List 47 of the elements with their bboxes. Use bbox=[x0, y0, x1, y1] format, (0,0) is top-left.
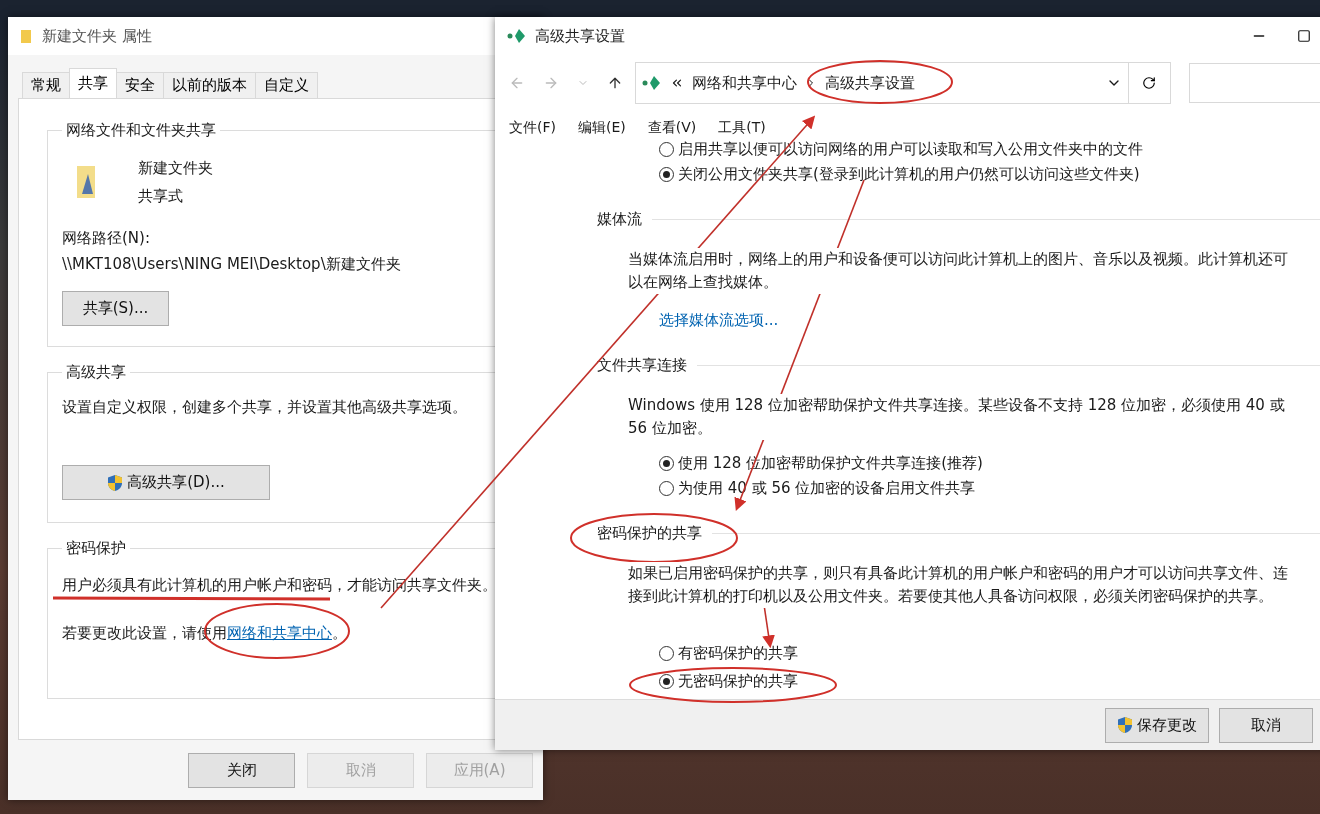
tab[interactable]: 自定义 bbox=[255, 72, 318, 98]
network-path: \\MKT108\Users\NING MEI\Desktop\新建文件夹 bbox=[62, 254, 401, 274]
maximize-icon[interactable] bbox=[1297, 29, 1311, 43]
menu-item[interactable]: 工具(T) bbox=[718, 117, 766, 139]
folder-icon bbox=[20, 28, 32, 44]
network-icon bbox=[507, 28, 527, 44]
section-heading: 密码保护的共享 bbox=[597, 523, 702, 543]
folder-name: 新建文件夹 bbox=[138, 158, 213, 178]
share-status: 共享式 bbox=[138, 186, 184, 206]
advanced-sharing-button[interactable]: 高级共享(D)... bbox=[62, 465, 270, 500]
breadcrumb-item[interactable]: 高级共享设置 bbox=[825, 73, 915, 93]
address-bar[interactable]: 网络和共享中心 高级共享设置 bbox=[635, 62, 1131, 104]
menu-item[interactable]: 文件(F) bbox=[509, 117, 556, 139]
radio-option[interactable]: 无密码保护的共享 bbox=[659, 671, 1320, 691]
window-title: 新建文件夹 属性 bbox=[42, 26, 152, 46]
tab[interactable]: 安全 bbox=[116, 72, 164, 98]
section-heading: 媒体流 bbox=[597, 209, 642, 229]
menu-item[interactable]: 查看(V) bbox=[647, 117, 697, 139]
tab[interactable]: 常规 bbox=[22, 72, 70, 98]
section-heading: 文件共享连接 bbox=[597, 355, 687, 375]
group-heading: 网络文件和文件夹共享 bbox=[65, 120, 217, 140]
dialog-button[interactable]: 关闭 bbox=[188, 752, 295, 788]
shared-folder-icon bbox=[76, 164, 98, 200]
shield-icon bbox=[107, 473, 124, 492]
menu-item[interactable]: 编辑(E) bbox=[578, 117, 626, 139]
network-center-link[interactable]: 网络和共享中心 bbox=[227, 624, 332, 642]
shield-icon bbox=[1117, 716, 1133, 734]
path-label: 网络路径(N): bbox=[62, 228, 150, 248]
search-field[interactable] bbox=[1189, 63, 1320, 103]
description: 设置自定义权限，创建多个共享，并设置其他高级共享选项。 bbox=[62, 397, 467, 417]
share-button[interactable]: 共享(S)... bbox=[62, 291, 169, 326]
breadcrumb-item[interactable]: 网络和共享中心 bbox=[692, 73, 797, 93]
refresh-button[interactable] bbox=[1127, 62, 1171, 104]
cancel-button[interactable]: 取消 bbox=[1219, 707, 1313, 743]
media-options-link[interactable]: 选择媒体流选项... bbox=[628, 310, 779, 330]
up-icon[interactable] bbox=[607, 75, 623, 91]
tab[interactable]: 共享 bbox=[69, 68, 117, 98]
network-icon bbox=[642, 75, 662, 91]
radio-option[interactable]: 有密码保护的共享 bbox=[659, 643, 1320, 663]
refresh-icon bbox=[1142, 76, 1157, 90]
window-title: 高级共享设置 bbox=[535, 26, 625, 46]
chevrons-icon bbox=[670, 76, 684, 90]
group-heading: 密码保护 bbox=[65, 538, 127, 558]
save-button[interactable]: 保存更改 bbox=[1105, 707, 1209, 743]
group-heading: 高级共享 bbox=[65, 362, 127, 382]
radio-option[interactable]: 启用共享以便可以访问网络的用户可以读取和写入公用文件夹中的文件 bbox=[659, 139, 1320, 159]
tab[interactable]: 以前的版本 bbox=[163, 72, 256, 98]
